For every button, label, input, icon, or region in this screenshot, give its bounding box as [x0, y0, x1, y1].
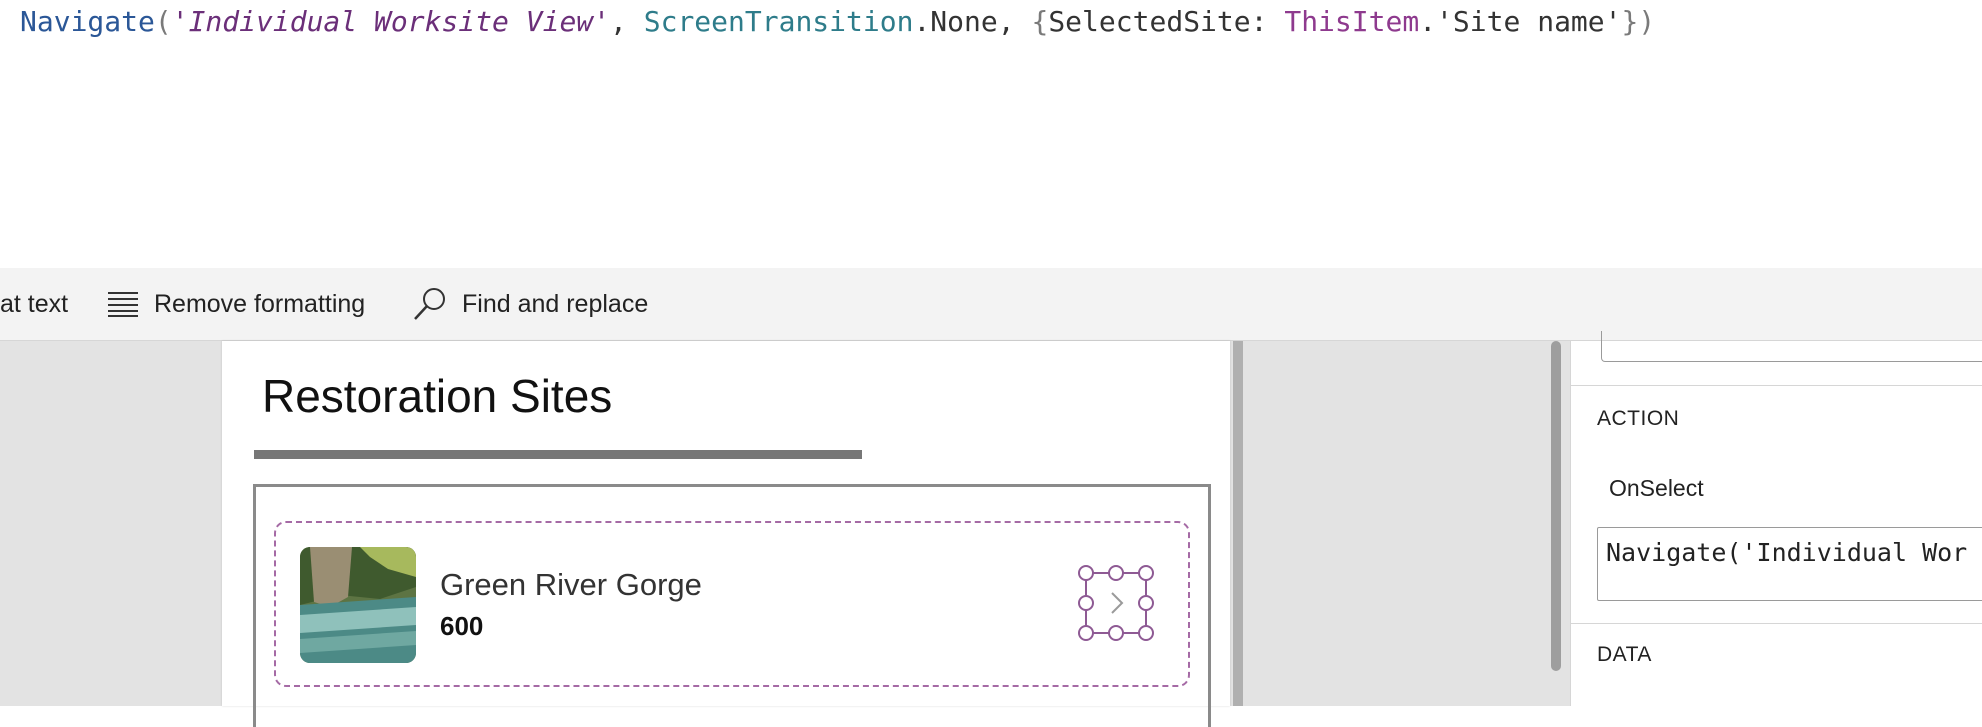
data-section-header: DATA [1597, 643, 1652, 666]
property-input-partial[interactable] [1601, 331, 1982, 362]
search-icon [414, 288, 445, 320]
site-value: 600 [440, 611, 484, 641]
onselect-value: Navigate('Individual Wor [1606, 538, 1968, 567]
formula-function: Navigate [20, 5, 155, 38]
site-thumbnail[interactable] [300, 547, 416, 663]
find-replace-label: Find and replace [462, 289, 649, 318]
onselect-label: OnSelect [1609, 475, 1704, 501]
formula-record-key: SelectedSite: [1048, 5, 1285, 38]
gallery[interactable]: Green River Gorge 600 [253, 484, 1211, 727]
canvas-area: Restoration Sites Green River Gorge 600 [0, 341, 1570, 727]
lines-icon [108, 292, 138, 317]
formula-comma: , [997, 5, 1032, 38]
formula-field: .'Site name' [1419, 5, 1622, 38]
formula-code[interactable]: Navigate('Individual Worksite View', Scr… [20, 4, 1655, 40]
formula-paren: ( [154, 5, 172, 38]
remove-formatting-label: Remove formatting [154, 289, 366, 318]
format-text-label: at text [0, 289, 69, 318]
screen-edge [1233, 341, 1243, 706]
action-section-header: ACTION [1597, 407, 1680, 430]
formula-comma: , [610, 5, 644, 38]
section-divider [1571, 385, 1982, 386]
formula-close: }) [1621, 5, 1656, 38]
remove-formatting-button[interactable]: Remove formatting [106, 268, 365, 340]
section-divider [1571, 623, 1982, 624]
river-image [300, 547, 416, 663]
site-name: Green River Gorge [440, 567, 702, 602]
formula-enum-value: .None [913, 5, 998, 38]
format-text-button[interactable]: at text [0, 268, 68, 340]
formula-brace: { [1031, 5, 1049, 38]
screen-title[interactable]: Restoration Sites [262, 369, 612, 423]
properties-pane: ACTION OnSelect Navigate('Individual Wor… [1570, 331, 1982, 706]
find-replace-button[interactable]: Find and replace [412, 268, 648, 340]
onselect-input[interactable]: Navigate('Individual Wor [1597, 527, 1982, 601]
selection-handles[interactable] [1076, 563, 1156, 643]
formula-thisitem: ThisItem [1284, 5, 1420, 38]
next-arrow-button[interactable] [1076, 563, 1156, 643]
gallery-item[interactable]: Green River Gorge 600 [274, 521, 1190, 687]
formula-bar[interactable]: Navigate('Individual Worksite View', Scr… [0, 0, 1982, 269]
title-divider[interactable] [254, 450, 862, 459]
app-screen[interactable]: Restoration Sites Green River Gorge 600 [222, 341, 1230, 727]
formula-screen-arg: 'Individual Worksite View' [171, 5, 611, 38]
formula-enum: ScreenTransition [643, 5, 914, 38]
canvas-scrollbar[interactable] [1551, 341, 1561, 671]
